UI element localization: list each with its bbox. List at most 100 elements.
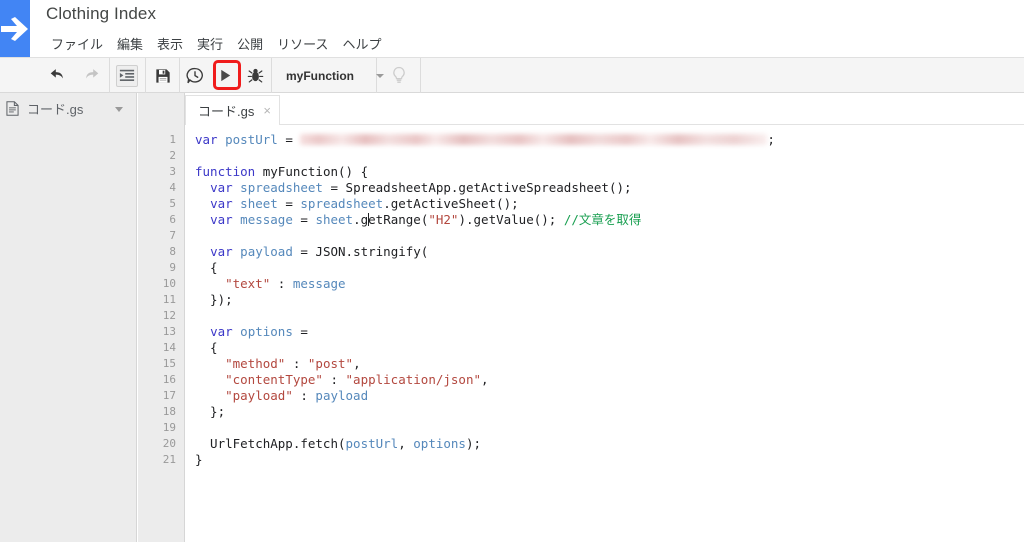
code-token: = — [292, 324, 308, 339]
code-line: var options = — [186, 324, 775, 340]
code-line: "text" : message — [186, 276, 775, 292]
run-button[interactable] — [210, 58, 242, 93]
code-token: var — [195, 132, 218, 147]
code-token: } — [195, 452, 203, 467]
menu-bar: ファイル 編集 表示 実行 公開 リソース ヘルプ — [44, 32, 388, 55]
sidebar-item-code-gs[interactable]: コード.gs — [0, 93, 136, 124]
code-token: : — [322, 372, 346, 387]
file-glyph — [6, 101, 19, 116]
editor-tabstrip: コード.gs × — [138, 93, 1024, 125]
code-token: UrlFetchApp.fetch( — [195, 436, 346, 451]
line-number-gutter: 1 2 3 4 5 6 7 8 9 10 11 12 13 14 15 16 17 18 19 20 21 — [138, 125, 185, 542]
line-number: 5 — [169, 197, 176, 210]
debug-button[interactable] — [241, 58, 271, 93]
code-token: .getActiveSheet(); — [383, 196, 519, 211]
code-token: etRange( — [368, 212, 429, 227]
save-button[interactable] — [146, 58, 179, 93]
code-token: var — [210, 244, 233, 259]
line-number: 6 — [169, 213, 176, 226]
code-token: var — [210, 180, 233, 195]
line-number: 20 — [162, 437, 176, 450]
code-token: = JSON.stringify( — [292, 244, 429, 259]
indent-button[interactable] — [110, 58, 144, 93]
lightbulb-icon — [392, 66, 405, 83]
toolbar-group-function: myFunction — [272, 58, 384, 93]
code-token: //文章を取得 — [563, 212, 642, 227]
close-icon[interactable]: × — [263, 104, 271, 117]
code-token: = SpreadsheetApp.getActiveSpreadsheet(); — [322, 180, 632, 195]
code-token: : — [285, 356, 308, 371]
menu-item-view[interactable]: 表示 — [150, 32, 190, 55]
menu-item-run[interactable]: 実行 — [190, 32, 230, 55]
menu-item-resources[interactable]: リソース — [270, 32, 335, 55]
file-sidebar: コード.gs — [0, 93, 137, 542]
sidebar-item-label: コード.gs — [27, 102, 84, 117]
code-line: "method" : "post", — [186, 356, 775, 372]
code-line: var payload = JSON.stringify( — [186, 244, 775, 260]
code-token: = — [277, 132, 301, 147]
code-token: = — [277, 196, 301, 211]
code-line: UrlFetchApp.fetch(postUrl, options); — [186, 436, 775, 452]
line-number: 3 — [169, 165, 176, 178]
code-editor: コード.gs × 1 2 3 4 5 6 7 8 9 10 11 12 13 14 15 16 17 18 19 20… — [138, 93, 1024, 542]
code-token: message — [240, 212, 293, 227]
line-number: 21 — [162, 453, 176, 466]
code-token: ).getValue(); — [458, 212, 564, 227]
toolbar: myFunction — [0, 57, 1024, 93]
redo-button[interactable] — [74, 58, 108, 93]
history-clock-icon — [186, 67, 204, 83]
code-token: "text" — [225, 276, 271, 291]
hint-button[interactable] — [377, 58, 420, 93]
debug-bug-icon — [248, 68, 264, 83]
menu-item-publish[interactable]: 公開 — [230, 32, 270, 55]
code-area[interactable]: 1 2 3 4 5 6 7 8 9 10 11 12 13 14 15 16 17 18 19 20 21 var po… — [138, 125, 1024, 542]
code-token: "method" — [225, 356, 286, 371]
menu-item-help[interactable]: ヘルプ — [335, 32, 388, 55]
menu-item-edit[interactable]: 編集 — [110, 32, 150, 55]
code-content[interactable]: var postUrl = ; function myFunction() { … — [186, 125, 775, 468]
tab-code-gs[interactable]: コード.gs × — [185, 95, 280, 125]
line-number: 14 — [162, 341, 176, 354]
line-number: 1 — [169, 133, 176, 146]
code-token: spreadsheet — [300, 196, 384, 211]
undo-button[interactable] — [40, 58, 74, 93]
code-token: "payload" — [225, 388, 293, 403]
code-token: { — [195, 340, 218, 355]
code-line: { — [186, 340, 775, 356]
history-button[interactable] — [180, 58, 210, 93]
code-token: myFunction() { — [255, 164, 369, 179]
apps-script-arrow-icon[interactable] — [0, 0, 30, 57]
code-token: , — [398, 436, 414, 451]
line-number: 8 — [169, 245, 176, 258]
line-number: 15 — [162, 357, 176, 370]
code-token: message — [292, 276, 346, 291]
code-token: spreadsheet — [240, 180, 323, 195]
code-token: , — [481, 372, 489, 387]
line-number: 7 — [169, 229, 176, 242]
code-token: : — [270, 276, 293, 291]
menu-item-file[interactable]: ファイル — [44, 32, 110, 55]
indent-icon — [116, 64, 138, 87]
code-token: sheet — [240, 196, 278, 211]
function-select[interactable]: myFunction — [272, 58, 394, 93]
line-number: 12 — [162, 309, 176, 322]
code-token: "application/json" — [345, 372, 481, 387]
code-line: }); — [186, 292, 775, 308]
code-line: var message = sheet.getRange("H2").getVa… — [186, 212, 775, 228]
code-token: options — [240, 324, 293, 339]
line-number: 18 — [162, 405, 176, 418]
code-token: : — [292, 388, 316, 403]
code-token: function — [195, 164, 256, 179]
line-number: 10 — [162, 277, 176, 290]
chevron-down-icon[interactable] — [115, 107, 123, 112]
page-title[interactable]: Clothing Index — [46, 4, 156, 24]
line-number: 17 — [162, 389, 176, 402]
redacted-url — [300, 134, 768, 145]
